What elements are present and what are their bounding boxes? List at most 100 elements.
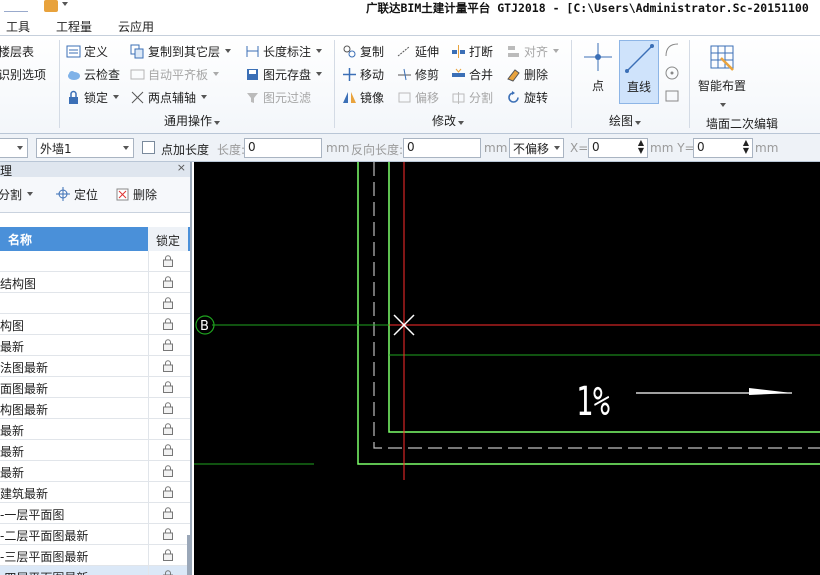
smart-layout-button[interactable]: 智能布置 <box>694 40 750 108</box>
quick-access-dropdown-icon[interactable] <box>62 2 68 6</box>
break-button[interactable]: 打断 <box>451 42 493 60</box>
floor-table-button[interactable]: 楼层表 <box>0 42 34 60</box>
split-button[interactable]: 分割 <box>451 88 493 106</box>
drawing-canvas[interactable]: B 1% <box>194 162 820 575</box>
lock-cell[interactable] <box>148 356 188 377</box>
table-row[interactable]: -四层平面图最新 <box>0 566 190 575</box>
table-row[interactable]: 结构图 <box>0 272 190 293</box>
arc-tool-button[interactable] <box>664 42 680 58</box>
lock-cell[interactable] <box>148 524 188 545</box>
lock-cell[interactable] <box>148 419 188 440</box>
wall-type-select[interactable]: 外墙1 <box>36 138 134 158</box>
menu-tools[interactable]: 工具 <box>6 18 30 35</box>
table-row[interactable] <box>0 293 190 314</box>
locate-label: 定位 <box>74 187 99 202</box>
auto-align-slab-button[interactable]: 自动平齐板 <box>130 65 220 83</box>
spinner-icon[interactable]: ▲ ▼ <box>743 139 749 155</box>
merge-button[interactable]: 合并 <box>451 65 493 83</box>
drawing-name: -三层平面图最新 <box>0 550 89 564</box>
close-icon[interactable]: × <box>177 161 186 174</box>
panel-scrollbar[interactable] <box>187 535 192 575</box>
offset-mode-value: 不偏移 <box>513 142 550 156</box>
rectangle-tool-button[interactable] <box>664 88 680 104</box>
lock-cell[interactable] <box>148 566 188 575</box>
table-row[interactable]: 面图最新 <box>0 377 190 398</box>
menu-quantities[interactable]: 工程量 <box>56 18 92 35</box>
lock-cell[interactable] <box>148 293 188 314</box>
table-row[interactable]: 最新 <box>0 419 190 440</box>
locate-button[interactable]: 定位 <box>56 185 98 203</box>
table-row[interactable]: 建筑最新 <box>0 482 190 503</box>
move-button[interactable]: 移动 <box>342 65 384 83</box>
lock-cell[interactable] <box>148 398 188 419</box>
category-select[interactable] <box>0 138 28 158</box>
lock-column-header[interactable]: 锁定 <box>148 227 188 251</box>
table-row[interactable]: 法图最新 <box>0 356 190 377</box>
trim-button[interactable]: 修剪 <box>397 65 439 83</box>
offset-mode-select[interactable]: 不偏移 <box>509 138 564 158</box>
lock-cell[interactable] <box>148 461 188 482</box>
general-ops-group-label[interactable]: 通用操作 <box>164 112 221 129</box>
table-row[interactable]: -一层平面图 <box>0 503 190 524</box>
delete-drawing-button[interactable]: 删除 <box>115 185 157 203</box>
copy-button[interactable]: 复制 <box>342 42 384 60</box>
table-row[interactable]: 最新 <box>0 440 190 461</box>
lock-button[interactable]: 锁定 <box>66 88 120 106</box>
split-label: 分割 <box>469 90 494 105</box>
mirror-label: 镜像 <box>360 90 385 105</box>
trim-label: 修剪 <box>415 67 440 82</box>
split-drawing-button[interactable]: 分割 <box>0 185 34 203</box>
copy-to-floor-button[interactable]: 复制到其它层 <box>130 42 232 60</box>
save-element-button[interactable]: 图元存盘 <box>245 65 323 83</box>
line-tool-button[interactable]: 直线 <box>619 40 659 104</box>
table-row[interactable] <box>0 251 190 272</box>
delete-button[interactable]: 删除 <box>506 65 548 83</box>
lock-cell[interactable] <box>148 377 188 398</box>
name-column-header[interactable]: 名称 <box>8 231 32 248</box>
cloud-icon <box>66 67 81 82</box>
reverse-length-value: 0 <box>407 140 415 154</box>
lock-cell[interactable] <box>148 335 188 356</box>
table-row[interactable]: -三层平面图最新 <box>0 545 190 566</box>
ribbon-separator <box>334 40 335 128</box>
reverse-length-input[interactable]: 0 <box>403 138 481 158</box>
point-tool-button[interactable]: 点 <box>580 40 616 98</box>
lock-cell[interactable] <box>148 251 188 272</box>
two-point-axis-button[interactable]: 两点辅轴 <box>130 88 208 106</box>
offset-button[interactable]: 偏移 <box>397 88 439 106</box>
x-coordinate-input[interactable]: 0 ▲ ▼ <box>588 138 648 158</box>
length-dimension-button[interactable]: 长度标注 <box>245 42 323 60</box>
spinner-icon[interactable]: ▲ ▼ <box>638 139 644 155</box>
table-row[interactable]: 最新 <box>0 461 190 482</box>
table-row[interactable]: 构图最新 <box>0 398 190 419</box>
lock-cell[interactable] <box>148 440 188 461</box>
cad-drawing[interactable]: B 1% <box>194 162 820 575</box>
menu-cloud[interactable]: 云应用 <box>118 18 154 35</box>
draw-group-label[interactable]: 绘图 <box>609 112 642 129</box>
lock-cell[interactable] <box>148 272 188 293</box>
cloud-check-button[interactable]: 云检查 <box>66 65 120 83</box>
modify-group-label[interactable]: 修改 <box>432 112 465 129</box>
extend-button[interactable]: 延伸 <box>397 42 439 60</box>
point-length-checkbox[interactable] <box>142 141 155 154</box>
lock-cell[interactable] <box>148 314 188 335</box>
recognition-options-button[interactable]: 识别选项 <box>0 65 46 83</box>
length-input[interactable]: 0 <box>244 138 322 158</box>
table-row[interactable]: -二层平面图最新 <box>0 524 190 545</box>
circle-tool-button[interactable] <box>664 65 680 81</box>
mirror-button[interactable]: 镜像 <box>342 88 384 106</box>
y-coordinate-input[interactable]: 0 ▲ ▼ <box>693 138 753 158</box>
table-row[interactable]: 最新 <box>0 335 190 356</box>
lock-cell[interactable] <box>148 482 188 503</box>
lock-cell[interactable] <box>148 545 188 566</box>
axis-icon <box>130 90 145 105</box>
undo-icon[interactable] <box>4 0 28 12</box>
chevron-down-icon <box>27 192 34 196</box>
length-label: 长度: <box>217 143 246 157</box>
element-filter-button[interactable]: 图元过滤 <box>245 88 311 106</box>
rotate-button[interactable]: 旋转 <box>506 88 548 106</box>
define-button[interactable]: 定义 <box>66 42 108 60</box>
align-button[interactable]: 对齐 <box>506 42 560 60</box>
table-row[interactable]: 构图 <box>0 314 190 335</box>
lock-cell[interactable] <box>148 503 188 524</box>
